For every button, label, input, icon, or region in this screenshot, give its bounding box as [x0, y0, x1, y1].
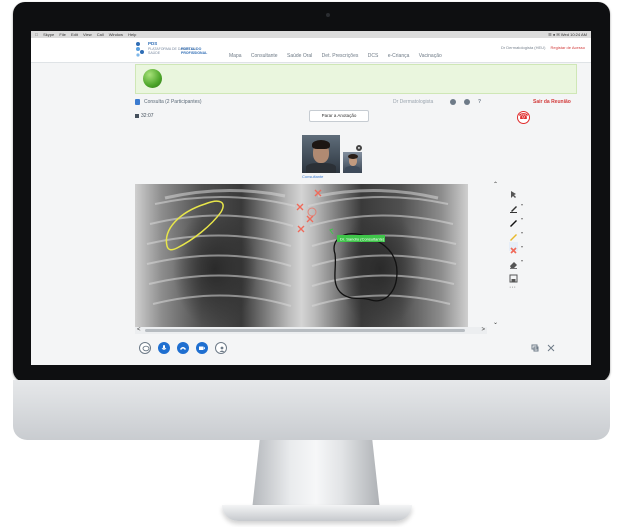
status-banner — [135, 64, 577, 94]
highlight-annotation[interactable] — [165, 200, 224, 251]
eraser-tool-icon[interactable] — [509, 256, 518, 269]
nav-tab[interactable]: Vacinação — [419, 53, 442, 59]
nav-tabs: Mapa Consultante Saúde Oral Det. Prescri… — [229, 53, 450, 59]
signal-icon — [135, 114, 139, 118]
monitor-stand — [252, 440, 380, 510]
tool-caret-icon[interactable]: ▾ — [521, 216, 523, 221]
pen-tool-icon[interactable] — [509, 214, 518, 227]
tool-caret-icon[interactable]: ▾ — [521, 202, 523, 207]
cross-circle — [307, 207, 317, 217]
video-shirt — [306, 163, 336, 173]
call-controls — [135, 340, 575, 358]
menu-item[interactable]: Window — [109, 32, 123, 37]
tool-caret-icon[interactable]: ▾ — [521, 230, 523, 235]
timer-row: 32:07 Parar a Anotação ☎ — [135, 110, 575, 124]
portal-name: PORTAL DO PROFISSIONAL — [181, 47, 208, 55]
leave-meeting-link[interactable]: Sair da Reunião — [533, 95, 571, 109]
scroll-thumb[interactable] — [145, 329, 465, 332]
label-annotation-text: Dr. Sandro (Consultante) — [340, 237, 385, 242]
monitor-foot — [222, 505, 412, 521]
self-video-shirt — [345, 166, 360, 173]
menu-item[interactable]: File — [59, 32, 65, 37]
user-info: Dr Dermatologista (HEU) Registar de Aces… — [501, 45, 585, 50]
scroll-right-icon[interactable]: > — [481, 327, 485, 334]
webcam-dot — [326, 13, 330, 17]
help-icon[interactable]: ? — [478, 95, 481, 109]
nav-tab[interactable]: e-Criança — [388, 53, 410, 59]
annotation-layer[interactable]: Dr. Sandro (Consultante) — [135, 184, 468, 327]
expand-icon[interactable] — [547, 344, 555, 352]
os-menubar:  Skype File Edit View Call Window Help … — [31, 31, 591, 38]
menu-item[interactable]: Skype — [43, 32, 54, 37]
nav-tab[interactable]: DCS — [368, 53, 379, 59]
user-name: Dr Dermatologista (HEU) — [500, 45, 546, 50]
menu-item[interactable]: Help — [128, 32, 136, 37]
screen-share-icon[interactable] — [531, 344, 539, 352]
session-title: Consulta (2 Participantes) — [144, 99, 202, 105]
nav-tab[interactable]: Mapa — [229, 53, 242, 59]
scroll-down-icon[interactable]: ⌄ — [493, 319, 498, 326]
text-tool-icon[interactable] — [509, 200, 518, 213]
drawing-toolbar: ▾ ▾ ▾ ▾ ▾ ··· — [509, 184, 529, 294]
logo-text: PDS — [148, 41, 158, 46]
highlighter-tool-icon[interactable] — [509, 228, 518, 241]
screen:  Skype File Edit View Call Window Help … — [31, 31, 591, 365]
freehand-annotation[interactable] — [333, 233, 398, 302]
save-tool-icon[interactable] — [509, 270, 518, 283]
self-video-hair — [348, 154, 358, 159]
session-bar: Consulta (2 Participantes) Dr Dermatolog… — [135, 95, 575, 109]
monitor-chin — [13, 380, 610, 440]
scroll-left-icon[interactable]: < — [137, 327, 141, 334]
camera-toggle-icon[interactable]: ● — [356, 145, 362, 151]
pointer-tool-icon[interactable] — [509, 186, 518, 198]
nav-tab[interactable]: Consultante — [251, 53, 278, 59]
vertical-scrollbar[interactable]: ⌃ ⌄ — [493, 181, 501, 331]
stop-annotation-button[interactable]: Parar a Anotação — [309, 110, 369, 122]
remote-video[interactable] — [302, 135, 340, 173]
logout-link[interactable]: Registar de Acesso — [551, 45, 585, 50]
apple-menu-icon[interactable]:  — [35, 32, 38, 37]
portal-header: PDS PLATAFORMA DE DADOS DA SAÚDE PORTAL … — [31, 38, 591, 63]
people-icon[interactable] — [215, 342, 227, 354]
scroll-up-icon[interactable]: ⌃ — [493, 181, 498, 188]
tool-caret-icon[interactable]: ▾ — [521, 258, 523, 263]
pds-logo-icon — [136, 42, 144, 57]
gear-icon[interactable] — [464, 99, 470, 105]
menu-item[interactable]: Call — [97, 32, 104, 37]
os-status-area: ☰ ● ✉ Wed 10:24 AM — [548, 32, 587, 37]
xray-viewer[interactable]: Dr. Sandro (Consultante) — [135, 184, 468, 327]
settings-icon[interactable] — [450, 99, 456, 105]
label-pointer — [329, 228, 334, 235]
cross-markers[interactable] — [296, 189, 322, 233]
menu-item[interactable]: View — [83, 32, 92, 37]
self-video[interactable] — [343, 152, 362, 173]
tool-caret-icon[interactable]: ▾ — [521, 244, 523, 249]
participant-name: Consultante — [302, 174, 324, 179]
camera-icon[interactable] — [196, 342, 208, 354]
cross-stamp-tool-icon[interactable] — [509, 242, 518, 254]
more-icon[interactable]: ··· — [509, 284, 518, 293]
menu-item[interactable]: Edit — [71, 32, 78, 37]
video-hair — [312, 140, 330, 149]
globe-status-icon — [143, 69, 162, 88]
horizontal-scrollbar[interactable]: < > — [135, 327, 487, 334]
chat-icon[interactable] — [135, 99, 140, 105]
phone-hangup-icon[interactable]: ☎ — [517, 111, 530, 124]
phone-icon[interactable] — [177, 342, 189, 354]
chat-bubble-icon[interactable] — [139, 342, 151, 354]
call-timer: 32:07 — [141, 113, 154, 119]
nav-tab[interactable]: Saúde Oral — [287, 53, 312, 59]
session-role: Dr Dermatologista — [393, 99, 434, 105]
microphone-icon[interactable] — [158, 342, 170, 354]
nav-tab[interactable]: Det. Prescrições — [322, 53, 359, 59]
